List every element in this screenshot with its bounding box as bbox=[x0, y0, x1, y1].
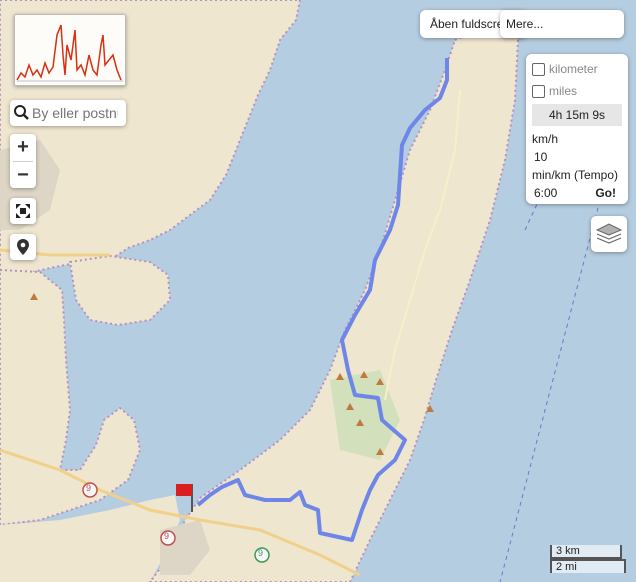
duration-display: 4h 15m 9s bbox=[532, 104, 622, 126]
unit-miles-label: miles bbox=[549, 84, 578, 98]
layers-icon bbox=[595, 223, 623, 244]
island-west bbox=[68, 254, 172, 327]
pace-input[interactable]: 6:00 bbox=[532, 184, 580, 202]
scale-bar: 3 km 2 mi bbox=[550, 545, 626, 573]
pace-panel: kilometer miles 4h 15m 9s km/h 10 min/km… bbox=[526, 54, 628, 204]
pace-label: min/km (Tempo) bbox=[532, 168, 619, 182]
scale-bar-km: 3 km bbox=[550, 545, 622, 559]
scale-bar-mi: 2 mi bbox=[550, 559, 626, 573]
speed-label: km/h bbox=[532, 132, 559, 146]
unit-km-option[interactable]: kilometer bbox=[532, 58, 622, 80]
speed-input[interactable]: 10 bbox=[532, 148, 580, 166]
more-button[interactable]: Mere... bbox=[500, 10, 624, 38]
start-flag-icon bbox=[176, 484, 193, 512]
search-icon bbox=[14, 105, 29, 120]
location-pin-icon bbox=[17, 239, 29, 255]
elevation-profile[interactable] bbox=[14, 14, 126, 86]
fullscreen-icon bbox=[16, 204, 30, 218]
zoom-in-button[interactable]: + bbox=[10, 134, 36, 161]
route-shield-label: 9 bbox=[164, 531, 170, 541]
unit-miles-checkbox[interactable] bbox=[532, 84, 545, 98]
elevation-line bbox=[16, 24, 122, 81]
elevation-profile-chart bbox=[16, 24, 123, 82]
zoom-out-button[interactable]: − bbox=[10, 162, 36, 189]
unit-miles-option[interactable]: miles bbox=[532, 80, 622, 102]
go-button[interactable]: Go! bbox=[595, 186, 622, 200]
unit-km-checkbox[interactable] bbox=[532, 62, 545, 76]
search-box[interactable] bbox=[10, 100, 126, 126]
locate-button[interactable] bbox=[10, 234, 36, 260]
fullscreen-button[interactable] bbox=[10, 198, 36, 224]
search-input[interactable] bbox=[32, 105, 118, 121]
layers-button[interactable] bbox=[591, 216, 627, 252]
zoom-control: + − bbox=[10, 134, 36, 188]
ferry-line-2 bbox=[499, 199, 601, 582]
pace-row: 6:00 Go! bbox=[532, 184, 622, 202]
route-shield-label: 9 bbox=[86, 483, 92, 493]
unit-km-label: kilometer bbox=[549, 62, 598, 76]
route-shield-label: 9 bbox=[258, 548, 264, 558]
